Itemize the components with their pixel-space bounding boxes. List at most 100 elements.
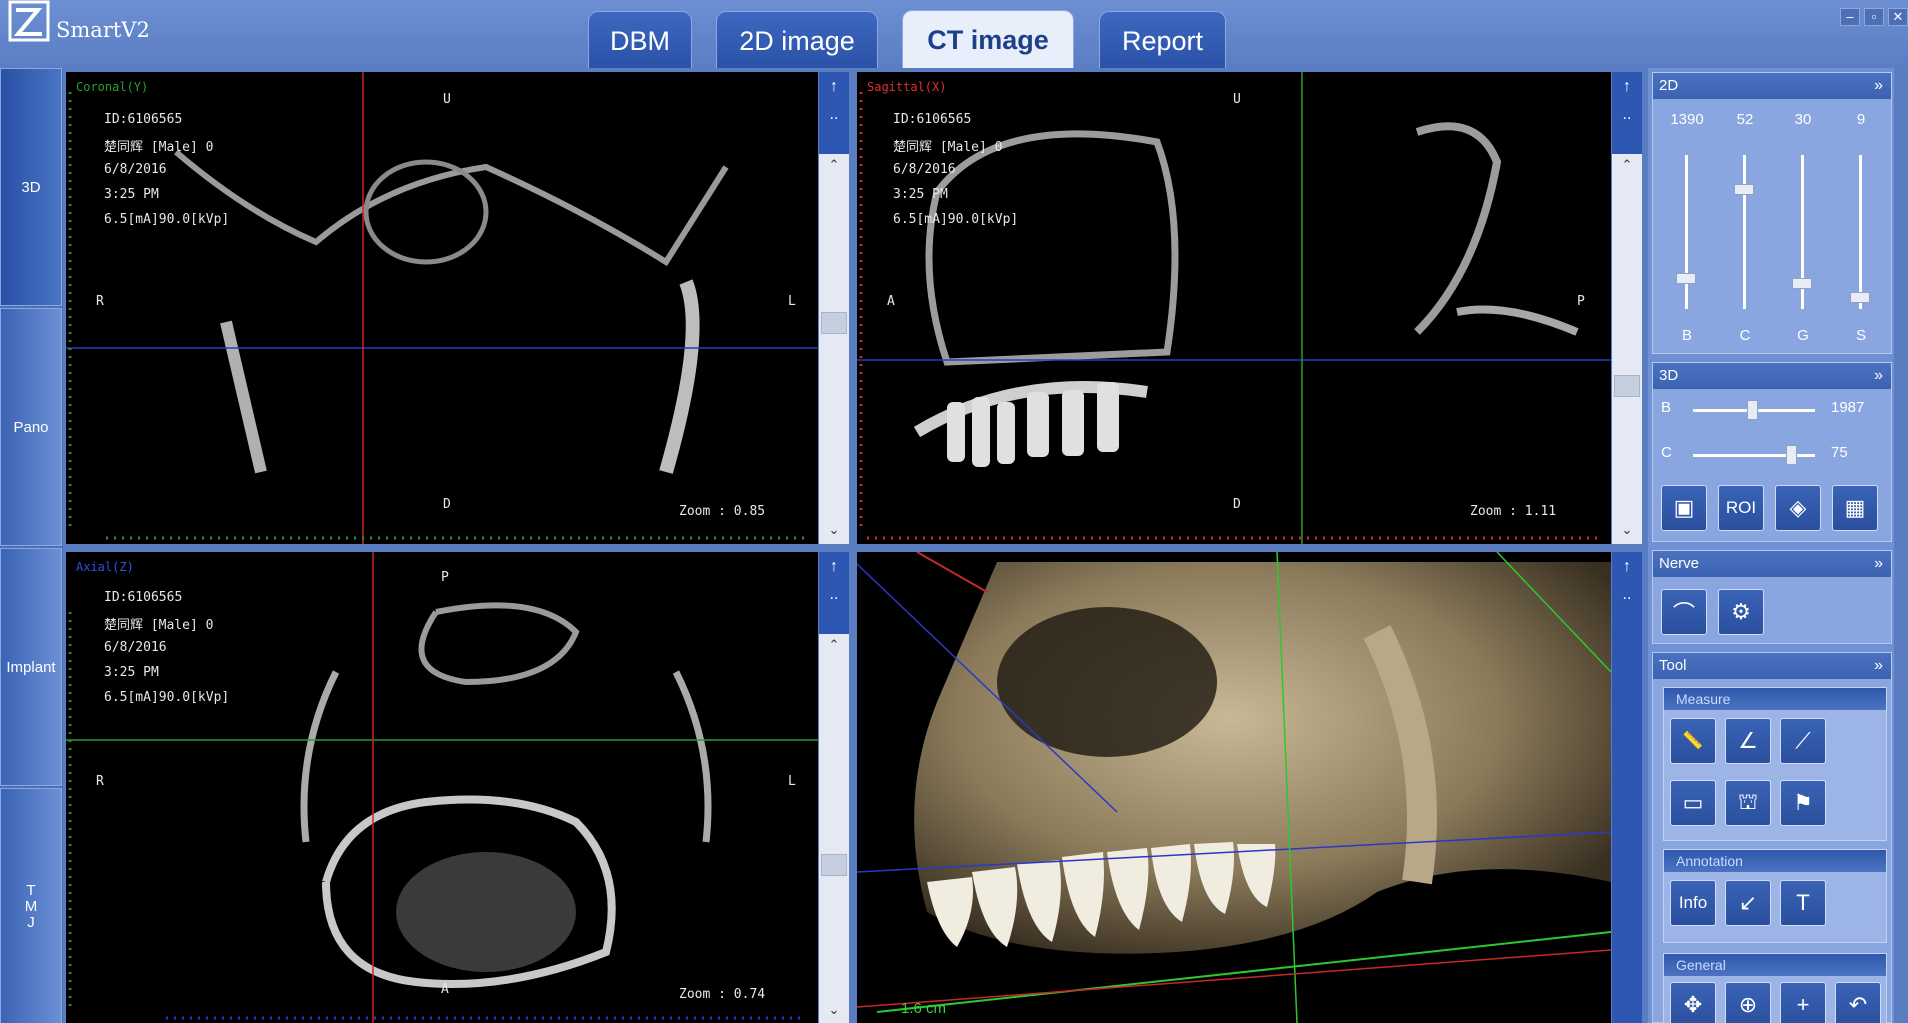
arrow-up-icon[interactable]: ⌃ xyxy=(819,157,849,173)
pan-icon[interactable]: ✥ xyxy=(1670,982,1716,1023)
slider-2d-track[interactable] xyxy=(1685,155,1688,309)
general-title: General xyxy=(1664,954,1886,976)
volume-render-image xyxy=(857,552,1611,1023)
app-title: SmartV2 xyxy=(56,18,150,42)
right-panel: 2D » 1390 B 52 C 30 G 9 S 3D » B 1987 C 75 ▣ ROI ◈ ▦ … xyxy=(1648,68,1894,1023)
render-3d-view[interactable]: 1.6 cm xyxy=(857,552,1611,1023)
undo-icon[interactable]: ↶ xyxy=(1835,982,1881,1023)
slider-3d-thumb[interactable] xyxy=(1785,445,1797,465)
close-button[interactable]: ✕ xyxy=(1888,8,1908,26)
annotation-section: Annotation Info ↙ T xyxy=(1663,849,1887,943)
view-title: Coronal(Y) xyxy=(76,80,149,94)
study-date: 6/8/2016 xyxy=(104,162,167,177)
tab-2d-image[interactable]: 2D image xyxy=(716,11,878,68)
axial-view[interactable]: Axial(Z) ID:6106565 楚同辉 [Male] 0 6/8/201… xyxy=(66,552,818,1023)
panel-nerve-header[interactable]: Nerve » xyxy=(1653,551,1891,577)
slider-3d-thumb[interactable] xyxy=(1746,400,1758,420)
arrow-up-icon[interactable]: ⌃ xyxy=(819,637,849,653)
measure-title: Measure xyxy=(1664,688,1886,710)
angle-icon[interactable]: ∠ xyxy=(1725,718,1771,764)
more-icon[interactable]: .. xyxy=(1612,586,1642,604)
slider-2d-thumb[interactable] xyxy=(1734,183,1754,195)
minimize-button[interactable]: – xyxy=(1840,8,1860,26)
nerve-edit-icon[interactable]: ⚙ xyxy=(1718,589,1764,635)
info-icon[interactable]: Info xyxy=(1670,880,1716,926)
panel-tool-title: Tool xyxy=(1659,657,1687,674)
expand-chevron-icon[interactable]: » xyxy=(1874,653,1883,679)
slider-2d-label: S xyxy=(1855,327,1866,344)
sagittal-scrollbar[interactable]: ↑ .. ⌃ ⌄ xyxy=(1612,72,1642,544)
nav-implant-button[interactable]: Implant xyxy=(0,548,62,786)
tab-report[interactable]: Report xyxy=(1099,11,1226,68)
more-icon[interactable]: .. xyxy=(819,106,849,124)
coronal-view[interactable]: Coronal(Y) ID:6106565 楚同辉 [Male] 0 6/8/2… xyxy=(66,72,818,544)
app-logo-icon xyxy=(8,0,50,42)
slider-2d-thumb[interactable] xyxy=(1850,291,1870,303)
restore-button[interactable]: ▫ xyxy=(1864,8,1884,26)
rectangle-icon[interactable]: ▭ xyxy=(1670,780,1716,826)
measure-section: Measure 📏 ∠ ⟋ ▭ ⛫ ⚑ xyxy=(1663,687,1887,841)
view-title: Axial(Z) xyxy=(76,560,134,574)
patient-name: 楚同辉 [Male] 0 xyxy=(104,618,214,633)
scroll-up-icon[interactable]: ↑ xyxy=(819,78,849,96)
nav-tmj-button[interactable]: T M J xyxy=(0,788,62,1023)
tab-dbm[interactable]: DBM xyxy=(588,11,692,68)
arrow-down-icon[interactable]: ⌄ xyxy=(819,1002,849,1018)
panel-tool-header[interactable]: Tool » xyxy=(1653,653,1891,679)
zoom-readout: Zoom : 0.85 xyxy=(679,504,766,519)
patient-id: ID:6106565 xyxy=(893,112,972,127)
expand-chevron-icon[interactable]: » xyxy=(1874,551,1883,577)
more-icon[interactable]: .. xyxy=(1612,106,1642,124)
expand-chevron-icon[interactable]: » xyxy=(1874,73,1883,99)
panel-2d-header[interactable]: 2D » xyxy=(1653,73,1891,99)
slider-3d-label: B xyxy=(1661,399,1672,416)
orientation-left: A xyxy=(887,294,895,309)
scroll-up-icon[interactable]: ↑ xyxy=(1612,78,1642,96)
scroll-up-icon[interactable]: ↑ xyxy=(1612,558,1642,576)
panel-3d-header[interactable]: 3D » xyxy=(1653,363,1891,389)
slider-2d-value: 30 xyxy=(1794,111,1812,128)
scroll-up-icon[interactable]: ↑ xyxy=(819,558,849,576)
render-3d-scrollbar[interactable]: ↑ .. xyxy=(1612,552,1642,1023)
volume-cube-icon[interactable]: ▣ xyxy=(1661,485,1707,531)
profile-icon[interactable]: ⟋ xyxy=(1780,718,1826,764)
zoom-icon[interactable]: ⊕ xyxy=(1725,982,1771,1023)
scroll-thumb[interactable] xyxy=(821,854,847,876)
arrow-up-icon[interactable]: ⌃ xyxy=(1612,157,1642,173)
crosshair-icon[interactable]: + xyxy=(1780,982,1826,1023)
nav-pano-button[interactable]: Pano xyxy=(0,308,62,546)
slider-2d-thumb[interactable] xyxy=(1792,277,1812,289)
scroll-header: ↑ .. xyxy=(1612,72,1642,154)
roi-cube-icon[interactable]: ROI xyxy=(1718,485,1764,531)
window-controls: – ▫ ✕ xyxy=(1840,8,1908,26)
arrow-down-icon[interactable]: ⌄ xyxy=(1612,522,1642,538)
sagittal-view[interactable]: Sagittal(X) ID:6106565 楚同辉 [Male] 0 6/8/… xyxy=(857,72,1611,544)
slider-2d-track[interactable] xyxy=(1859,155,1862,309)
slider-2d-thumb[interactable] xyxy=(1676,273,1696,285)
annotation-title: Annotation xyxy=(1664,850,1886,872)
arrow-down-icon[interactable]: ⌄ xyxy=(819,522,849,538)
orientation-left: R xyxy=(96,294,104,309)
cut-cube-icon[interactable]: ◈ xyxy=(1775,485,1821,531)
nav-3d-button[interactable]: 3D xyxy=(0,68,62,306)
slider-2d-track[interactable] xyxy=(1743,155,1746,309)
axial-scrollbar[interactable]: ↑ .. ⌃ ⌄ xyxy=(819,552,849,1023)
orientation-bottom: A xyxy=(441,982,449,997)
slider-2d-label: G xyxy=(1797,327,1809,344)
expand-chevron-icon[interactable]: » xyxy=(1874,363,1883,389)
tab-ct-image[interactable]: CT image xyxy=(902,10,1074,68)
scroll-header: ↑ .. xyxy=(819,552,849,634)
coronal-scrollbar[interactable]: ↑ .. ⌃ ⌄ xyxy=(819,72,849,544)
more-icon[interactable]: .. xyxy=(819,586,849,604)
density-icon[interactable]: ⚑ xyxy=(1780,780,1826,826)
grid-plane-icon[interactable]: ▦ xyxy=(1832,485,1878,531)
general-section: General ✥ ⊕ + ↶ xyxy=(1663,953,1887,1023)
nerve-draw-icon[interactable]: ⌒ xyxy=(1661,589,1707,635)
scroll-thumb[interactable] xyxy=(821,312,847,334)
tooth-icon[interactable]: ⛫ xyxy=(1725,780,1771,826)
scroll-thumb[interactable] xyxy=(1614,375,1640,397)
text-icon[interactable]: T xyxy=(1780,880,1826,926)
slider-3d-track[interactable] xyxy=(1693,454,1815,457)
ruler-icon[interactable]: 📏 xyxy=(1670,718,1716,764)
arrow-icon[interactable]: ↙ xyxy=(1725,880,1771,926)
